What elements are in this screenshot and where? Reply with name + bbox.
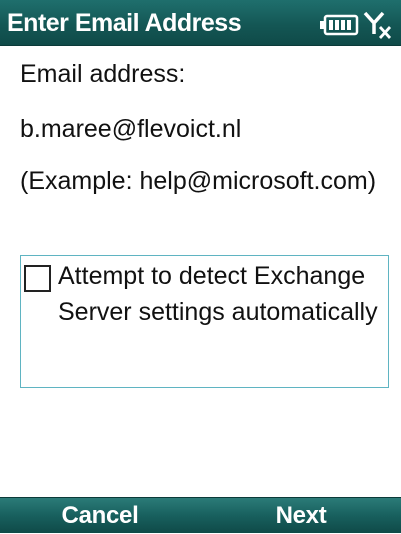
title-bar: Enter Email Address	[0, 0, 401, 46]
email-address-label: Email address:	[20, 60, 186, 88]
battery-icon	[320, 14, 359, 36]
options-group-box: Attempt to detect Exchange Server settin…	[20, 255, 389, 388]
email-field[interactable]	[20, 112, 380, 146]
status-icons[interactable]	[315, 8, 395, 40]
signal-no-service-icon	[363, 11, 392, 39]
next-button[interactable]: Next	[201, 498, 401, 534]
checkbox-unchecked-icon[interactable]	[24, 265, 51, 292]
window-title: Enter Email Address	[7, 9, 242, 37]
auto-detect-label-line2: Server settings automatically	[58, 298, 378, 326]
cancel-button[interactable]: Cancel	[0, 498, 200, 534]
auto-detect-label-line1: Attempt to detect Exchange	[58, 262, 366, 290]
softkey-bar: Cancel Next	[0, 497, 401, 533]
email-example-hint: (Example: help@microsoft.com)	[20, 167, 377, 195]
auto-detect-exchange-checkbox[interactable]: Attempt to detect Exchange Server settin…	[24, 260, 386, 334]
